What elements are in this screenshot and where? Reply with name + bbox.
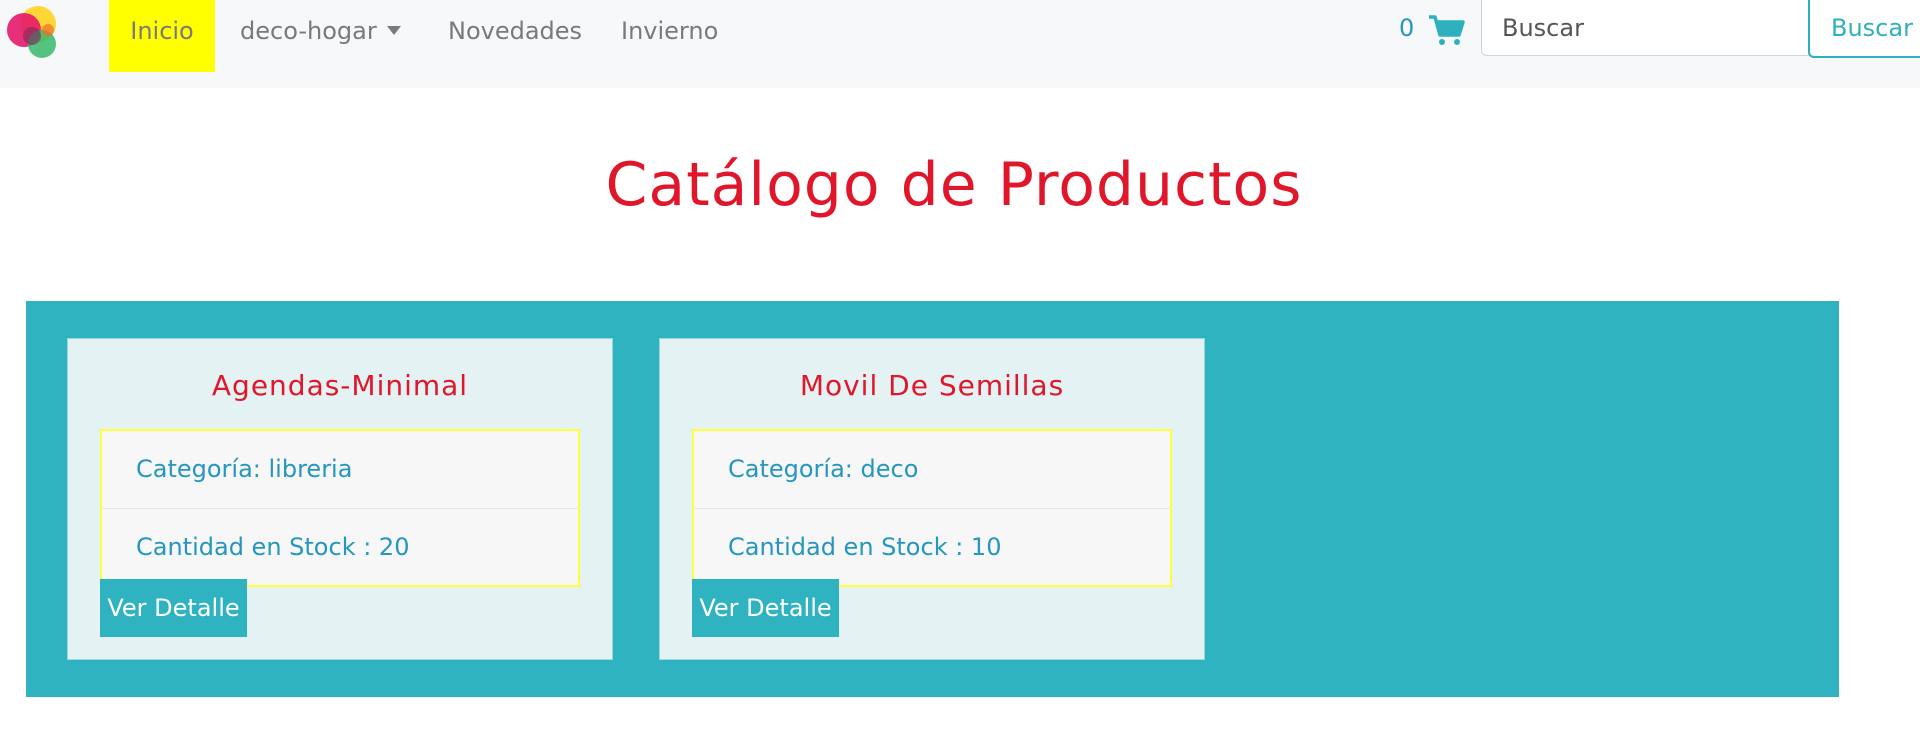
nav-inicio[interactable]: Inicio xyxy=(109,0,215,72)
ver-detalle-button[interactable]: Ver Detalle xyxy=(692,579,839,637)
product-name: Movil De Semillas xyxy=(799,369,1065,402)
chevron-down-icon xyxy=(386,25,401,35)
product-category: Categoría: libreria xyxy=(136,455,353,483)
product-card: Agendas-Minimal Categoría: libreria Cant… xyxy=(68,339,612,659)
product-info-list: Categoría: libreria Cantidad en Stock : … xyxy=(100,429,580,587)
product-card: Movil De Semillas Categoría: deco Cantid… xyxy=(660,339,1204,659)
product-category: Categoría: deco xyxy=(728,455,919,483)
cart-count[interactable]: 0 xyxy=(1399,14,1414,42)
nav-deco-hogar-dropdown[interactable]: deco-hogar xyxy=(240,0,401,72)
nav-novedades[interactable]: Novedades xyxy=(448,0,582,72)
product-stock: Cantidad en Stock : 20 xyxy=(102,508,578,585)
product-catalog: Agendas-Minimal Categoría: libreria Cant… xyxy=(26,301,1839,697)
product-stock: Cantidad en Stock : 10 xyxy=(694,508,1170,585)
ver-detalle-button[interactable]: Ver Detalle xyxy=(100,579,247,637)
nav-deco-hogar-label: deco-hogar xyxy=(240,17,377,45)
nav-invierno[interactable]: Invierno xyxy=(621,0,718,72)
logo[interactable] xyxy=(2,0,66,64)
product-info-list: Categoría: deco Cantidad en Stock : 10 xyxy=(692,429,1172,587)
page-title: Catálogo de Productos xyxy=(605,150,1303,220)
shopping-cart-icon[interactable] xyxy=(1428,14,1466,46)
search-input[interactable] xyxy=(1481,0,1809,56)
product-name: Agendas-Minimal xyxy=(211,369,469,402)
navbar: Inicio deco-hogar Novedades Invierno 0 B… xyxy=(0,0,1920,88)
search-button[interactable]: Buscar xyxy=(1808,0,1920,58)
